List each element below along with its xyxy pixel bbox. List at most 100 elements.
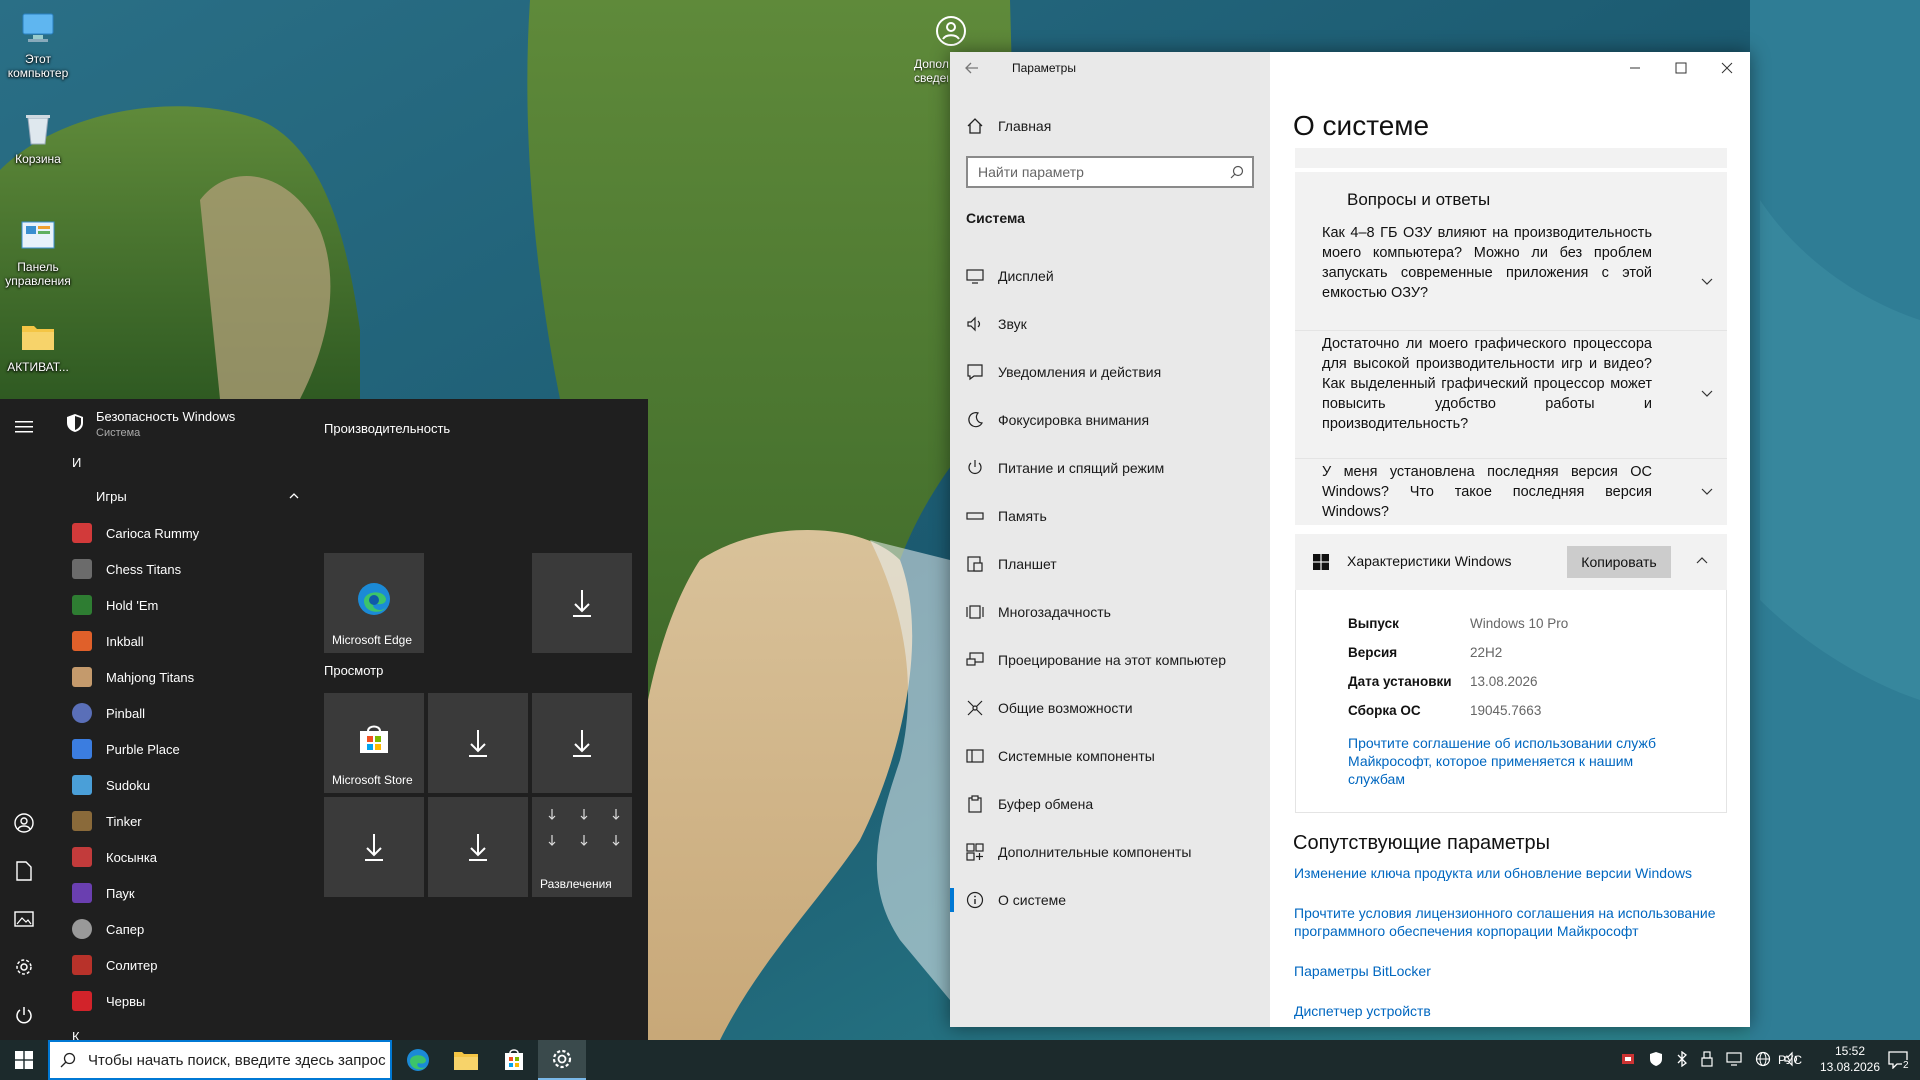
- nav-home[interactable]: Главная: [950, 102, 1270, 150]
- related-link-bitlocker[interactable]: Параметры BitLocker: [1294, 962, 1724, 980]
- user-circle-icon[interactable]: [934, 14, 968, 48]
- nav-item-clipboard[interactable]: Буфер обмена: [950, 780, 1270, 828]
- letter-header-k[interactable]: К: [72, 1029, 80, 1040]
- app-label: Паук: [106, 885, 135, 901]
- start-app-item[interactable]: Chess Titans: [56, 552, 306, 586]
- nav-item-notifications[interactable]: Уведомления и действия: [950, 348, 1270, 396]
- start-app-item[interactable]: Косынка: [56, 840, 306, 874]
- start-app-item[interactable]: Hold 'Em: [56, 588, 306, 622]
- nav-item-projecting[interactable]: Проецирование на этот компьютер: [950, 636, 1270, 684]
- tray-defender-icon[interactable]: [1649, 1051, 1663, 1070]
- tile-download-placeholder[interactable]: [532, 553, 632, 653]
- related-link-product-key[interactable]: Изменение ключа продукта или обновление …: [1294, 864, 1724, 882]
- taskbar-settings[interactable]: [538, 1040, 586, 1080]
- tile-entertainment-folder[interactable]: Развлечения: [532, 797, 632, 897]
- windows-security-item[interactable]: Безопасность Windows Система: [66, 409, 306, 449]
- desktop-icon-recycle-bin[interactable]: Корзина: [4, 108, 72, 166]
- tile-microsoft-edge[interactable]: Microsoft Edge: [324, 553, 424, 653]
- tile-group-title[interactable]: Производительность: [324, 421, 450, 436]
- tile-download-placeholder[interactable]: [428, 693, 528, 793]
- start-app-item[interactable]: Сапер: [56, 912, 306, 946]
- nav-item-shared[interactable]: Общие возможности: [950, 684, 1270, 732]
- settings-gear-icon[interactable]: [12, 955, 36, 979]
- back-arrow-icon[interactable]: [964, 60, 980, 76]
- start-app-list: Безопасность Windows Система И Игры Cari…: [56, 399, 306, 1040]
- tray-antivirus-icon[interactable]: [1620, 1051, 1636, 1070]
- nav-item-multitasking[interactable]: Многозадачность: [950, 588, 1270, 636]
- recycle-bin-icon: [18, 108, 58, 148]
- desktop-icon-folder[interactable]: АКТИВАТ...: [4, 316, 72, 374]
- nav-item-focus[interactable]: Фокусировка внимания: [950, 396, 1270, 444]
- chevron-down-icon[interactable]: [1700, 386, 1714, 400]
- spec-value: 13.08.2026: [1470, 674, 1538, 689]
- nav-item-display[interactable]: Дисплей: [950, 252, 1270, 300]
- start-app-item[interactable]: Червы: [56, 984, 306, 1018]
- tray-language[interactable]: РУС: [1770, 1040, 1810, 1080]
- nav-item-about[interactable]: О системе: [950, 876, 1270, 924]
- desktop-icon-control-panel[interactable]: Панель управления: [4, 216, 72, 288]
- start-app-item[interactable]: Паук: [56, 876, 306, 910]
- nav-item-system-components[interactable]: Системные компоненты: [950, 732, 1270, 780]
- nav-item-storage[interactable]: Память: [950, 492, 1270, 540]
- tile-download-placeholder[interactable]: [324, 797, 424, 897]
- tile-group-title[interactable]: Просмотр: [324, 663, 383, 678]
- nav-item-power[interactable]: Питание и спящий режим: [950, 444, 1270, 492]
- taskbar-search-box[interactable]: Чтобы начать поиск, введите здесь запрос: [48, 1040, 392, 1080]
- faq-question[interactable]: Достаточно ли моего графического процесс…: [1322, 334, 1652, 434]
- nav-item-tablet[interactable]: Планшет: [950, 540, 1270, 588]
- start-app-item[interactable]: Carioca Rummy: [56, 516, 306, 550]
- chevron-up-icon[interactable]: [1695, 554, 1709, 568]
- hamburger-menu-icon[interactable]: [12, 415, 36, 439]
- tray-monitor-icon[interactable]: [1726, 1051, 1742, 1070]
- taskbar-edge[interactable]: [394, 1040, 442, 1080]
- search-icon[interactable]: [1230, 165, 1244, 179]
- desktop-icon-this-pc[interactable]: Этот компьютер: [4, 8, 72, 80]
- start-app-item[interactable]: Inkball: [56, 624, 306, 658]
- start-button[interactable]: [0, 1040, 48, 1080]
- power-icon[interactable]: [12, 1003, 36, 1027]
- copy-button[interactable]: Копировать: [1567, 546, 1671, 578]
- taskbar-file-explorer[interactable]: [442, 1040, 490, 1080]
- start-app-item[interactable]: Mahjong Titans: [56, 660, 306, 694]
- chevron-up-icon[interactable]: [288, 489, 300, 501]
- related-link-license-terms[interactable]: Прочтите условия лицензионного соглашени…: [1294, 904, 1724, 940]
- tile-download-placeholder[interactable]: [428, 797, 528, 897]
- documents-icon[interactable]: [12, 859, 36, 883]
- faq-question[interactable]: У меня установлена последняя версия ОС W…: [1322, 462, 1652, 522]
- close-button[interactable]: [1704, 52, 1750, 84]
- app-label: Косынка: [106, 849, 158, 865]
- inkball-icon: [72, 631, 92, 651]
- start-app-item[interactable]: Sudoku: [56, 768, 306, 802]
- minimize-button[interactable]: [1612, 52, 1658, 84]
- maximize-button[interactable]: [1658, 52, 1704, 84]
- chevron-down-icon[interactable]: [1700, 484, 1714, 498]
- tablet-icon: [966, 555, 984, 573]
- tray-network-icon[interactable]: [1755, 1051, 1771, 1070]
- tray-bluetooth-icon[interactable]: [1676, 1050, 1688, 1070]
- settings-search-input[interactable]: Найти параметр: [966, 156, 1254, 188]
- letter-header-i[interactable]: И: [72, 455, 81, 470]
- start-app-item[interactable]: Солитер: [56, 948, 306, 982]
- games-folder-label[interactable]: Игры: [96, 489, 127, 504]
- app-label: Сапер: [106, 921, 145, 937]
- action-center-button[interactable]: 2: [1876, 1040, 1920, 1080]
- tile-microsoft-store[interactable]: Microsoft Store: [324, 693, 424, 793]
- tile-download-placeholder[interactable]: [532, 693, 632, 793]
- pictures-icon[interactable]: [12, 907, 36, 931]
- taskbar-store[interactable]: [490, 1040, 538, 1080]
- start-app-item[interactable]: Pinball: [56, 696, 306, 730]
- chevron-down-icon[interactable]: [1700, 274, 1714, 288]
- account-icon[interactable]: [12, 811, 36, 835]
- faq-question[interactable]: Как 4–8 ГБ ОЗУ влияют на производительно…: [1322, 223, 1652, 303]
- about-icon: [966, 891, 984, 909]
- start-app-item[interactable]: Tinker: [56, 804, 306, 838]
- nav-item-sound[interactable]: Звук: [950, 300, 1270, 348]
- start-app-item[interactable]: Purble Place: [56, 732, 306, 766]
- services-agreement-link[interactable]: Прочтите соглашение об использовании слу…: [1348, 734, 1668, 788]
- optional-features-icon: [966, 843, 984, 861]
- nav-item-optional-features[interactable]: Дополнительные компоненты: [950, 828, 1270, 876]
- tray-usb-icon[interactable]: [1701, 1050, 1713, 1070]
- folder-icon: [454, 1052, 478, 1070]
- related-link-device-manager[interactable]: Диспетчер устройств: [1294, 1002, 1724, 1020]
- app-label: Purble Place: [106, 741, 180, 757]
